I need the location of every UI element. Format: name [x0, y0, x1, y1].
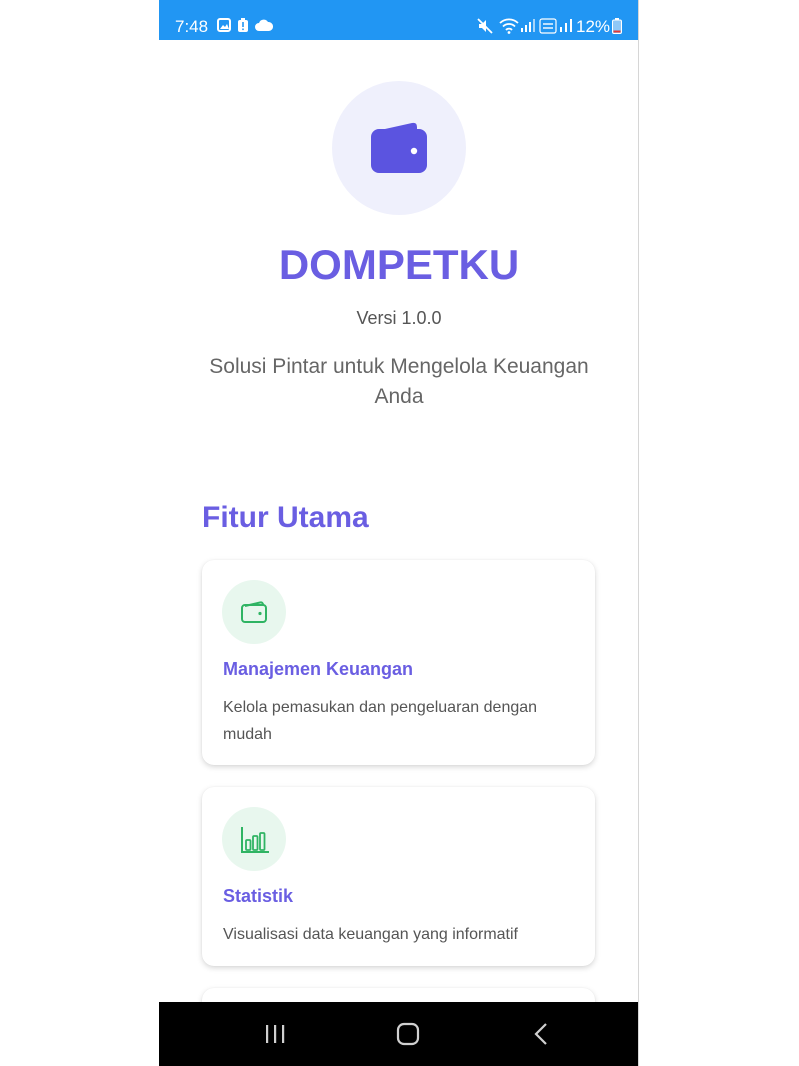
phone-screen: 7:48 12% DOMPETKU Versi 1.0.0 Solusi Pin… [159, 0, 639, 1066]
gallery-icon [217, 18, 231, 37]
battery-icon [612, 18, 622, 39]
home-icon [396, 1022, 420, 1046]
app-title: DOMPETKU [278, 241, 520, 288]
navigation-bar [159, 1002, 638, 1066]
feature-card-finance-management: Manajemen Keuangan Kelola pemasukan dan … [202, 560, 595, 765]
battery-alert-icon [237, 18, 249, 38]
feature-icon-circle [222, 580, 286, 644]
wallet-icon [241, 601, 267, 623]
recent-apps-icon [266, 1025, 285, 1043]
feature-title: Statistik [223, 886, 294, 906]
wallet-icon [371, 122, 427, 173]
cloud-icon [255, 18, 274, 37]
features-heading: Fitur Utama [202, 501, 369, 534]
signal-icon [521, 18, 535, 37]
feature-icon-circle [222, 807, 286, 871]
app-version: Versi 1.0.0 [356, 308, 442, 328]
app-logo [332, 81, 466, 215]
bar-chart-icon [241, 827, 269, 853]
feature-card-statistics: Statistik Visualisasi data keuangan yang… [202, 787, 595, 966]
feature-description: Kelola pemasukan dan pengeluaran dengan … [223, 699, 538, 743]
battery-percent: 12% [576, 17, 611, 36]
status-bar: 7:48 12% [159, 0, 638, 40]
feature-title: Manajemen Keuangan [223, 659, 414, 679]
wifi-icon [499, 18, 519, 39]
about-screen: DOMPETKU Versi 1.0.0 Solusi Pintar untuk… [159, 40, 638, 1048]
volte-icon [539, 18, 557, 39]
back-icon [534, 1023, 547, 1045]
signal-2-icon [560, 18, 572, 37]
back-button[interactable] [465, 1002, 625, 1066]
mute-icon [477, 18, 493, 39]
feature-description: Visualisasi data keuangan yang informati… [223, 926, 518, 943]
status-time: 7:48 [175, 17, 209, 36]
app-tagline: Solusi Pintar untuk Mengelola Keuangan A… [209, 355, 589, 408]
